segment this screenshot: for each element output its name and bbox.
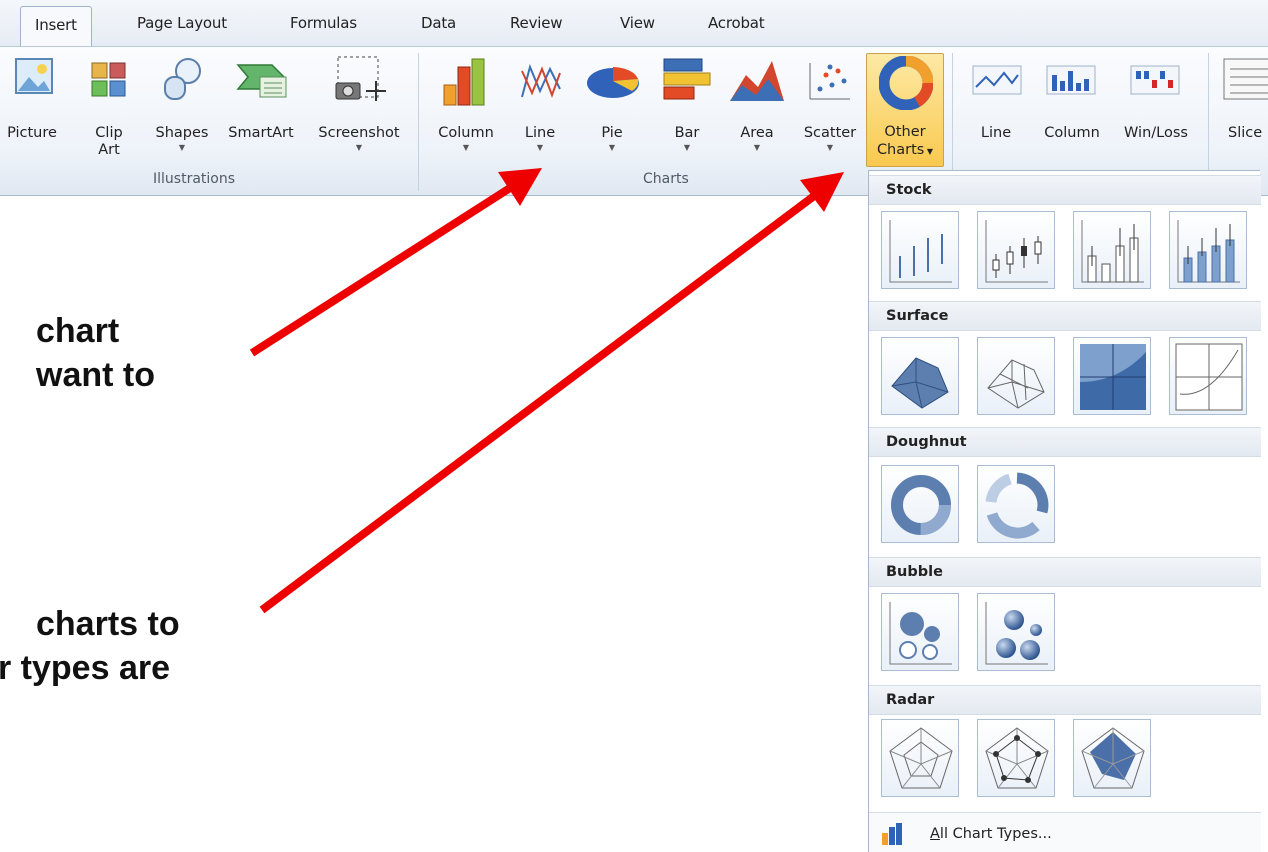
bubble-chart[interactable] (881, 593, 959, 671)
arrow-to-line-chart (249, 184, 513, 357)
gallery-section-radar: Radar (869, 685, 1261, 715)
surface-wireframe-contour-icon (1175, 343, 1243, 411)
stock-ohlc-icon (985, 220, 1048, 283)
stock-volume-ohlc-icon (1177, 220, 1240, 283)
bubble-3d-icon (985, 602, 1048, 665)
surface-chart-wireframe-contour[interactable] (1169, 337, 1247, 415)
stock-chart-volume-ohlc[interactable] (1169, 211, 1247, 289)
other-charts-gallery: Stock Surface Doughnut Bubble Radar All … (868, 170, 1261, 852)
stock-chart-ohlc[interactable] (977, 211, 1055, 289)
stock-volume-hlc-icon (1081, 220, 1144, 283)
gallery-section-stock: Stock (869, 175, 1261, 205)
bubble-3d-chart[interactable] (977, 593, 1055, 671)
stock-hlc-icon (889, 220, 952, 283)
arrow-to-other-charts (259, 192, 817, 614)
surface-wireframe-icon (987, 359, 1045, 409)
stock-chart-volume-hlc[interactable] (1073, 211, 1151, 289)
surface-chart-wireframe[interactable] (977, 337, 1055, 415)
stock-chart-hlc[interactable] (881, 211, 959, 289)
exploded-doughnut-chart[interactable] (977, 465, 1055, 543)
gallery-section-surface: Surface (869, 301, 1261, 331)
radar-chart[interactable] (881, 719, 959, 797)
surface-chart-contour[interactable] (1073, 337, 1151, 415)
filled-radar-icon (1081, 727, 1145, 789)
excel-window: Insert Page Layout Formulas Data Review … (0, 0, 1268, 852)
radar-icon (889, 727, 953, 789)
radar-with-markers-chart[interactable] (977, 719, 1055, 797)
all-chart-types-button[interactable]: All Chart Types... (869, 812, 1261, 852)
surface-contour-icon (1080, 344, 1146, 410)
doughnut-icon (891, 475, 951, 535)
exploded-doughnut-icon (985, 472, 1049, 539)
radar-markers-icon (985, 727, 1049, 789)
surface-chart-3d[interactable] (881, 337, 959, 415)
all-chart-types-label: All Chart Types... (930, 826, 1052, 842)
bubble-icon (889, 602, 952, 665)
filled-radar-chart[interactable] (1073, 719, 1151, 797)
surface-3d-icon (891, 357, 949, 409)
all-chart-types-icon (882, 823, 902, 845)
doughnut-chart[interactable] (881, 465, 959, 543)
gallery-section-bubble: Bubble (869, 557, 1261, 587)
gallery-section-doughnut: Doughnut (869, 427, 1261, 457)
